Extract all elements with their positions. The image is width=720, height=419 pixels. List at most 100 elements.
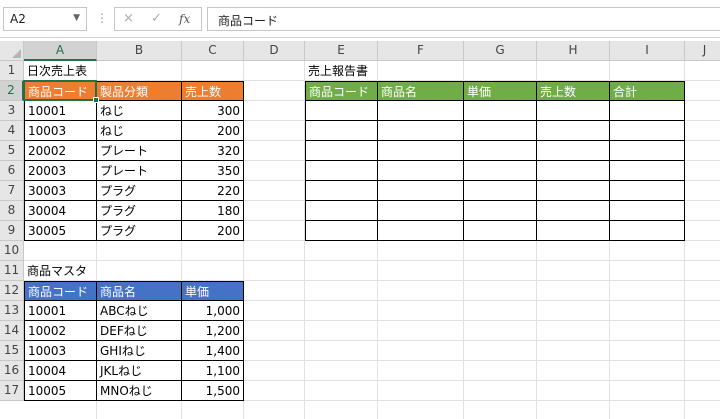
sales-report-cell[interactable] — [305, 201, 378, 221]
sales-report-header[interactable]: 合計 — [610, 81, 685, 101]
daily-sales-cell[interactable]: 220 — [182, 181, 244, 201]
daily-sales-cell[interactable]: 10003 — [24, 121, 97, 141]
sales-report-cell[interactable] — [305, 221, 378, 241]
product-master-cell[interactable]: 1,200 — [182, 321, 244, 341]
column-header-a[interactable]: A — [24, 41, 97, 61]
product-master-cell[interactable]: 10004 — [24, 361, 97, 381]
daily-sales-header[interactable]: 売上数 — [182, 81, 244, 101]
daily-sales-cell[interactable]: 320 — [182, 141, 244, 161]
product-master-cell[interactable]: JKLねじ — [97, 361, 182, 381]
daily-sales-cell[interactable]: 300 — [182, 101, 244, 121]
row-header-9[interactable]: 9 — [0, 221, 24, 241]
product-master-cell[interactable]: ABCねじ — [97, 301, 182, 321]
sales-report-cell[interactable] — [610, 141, 685, 161]
daily-sales-cell[interactable]: 30003 — [24, 181, 97, 201]
sales-report-cell[interactable] — [464, 121, 537, 141]
sales-report-cell[interactable] — [378, 221, 464, 241]
daily-sales-cell[interactable]: 20002 — [24, 141, 97, 161]
daily-sales-cell[interactable]: プレート — [97, 141, 182, 161]
daily-sales-cell[interactable]: 180 — [182, 201, 244, 221]
sales-report-cell[interactable] — [378, 121, 464, 141]
daily-sales-cell[interactable]: 30004 — [24, 201, 97, 221]
column-header-g[interactable]: G — [464, 41, 537, 61]
daily-sales-cell[interactable]: プラグ — [97, 201, 182, 221]
sales-report-cell[interactable] — [610, 201, 685, 221]
column-header-e[interactable]: E — [305, 41, 378, 61]
row-header-4[interactable]: 4 — [0, 121, 24, 141]
sales-report-cell[interactable] — [378, 141, 464, 161]
chevron-down-icon[interactable]: ▼ — [73, 13, 80, 23]
sales-report-cell[interactable] — [305, 141, 378, 161]
row-header-7[interactable]: 7 — [0, 181, 24, 201]
daily-sales-cell[interactable]: 350 — [182, 161, 244, 181]
product-master-cell[interactable]: 10001 — [24, 301, 97, 321]
row-header-10[interactable]: 10 — [0, 241, 24, 261]
sales-report-cell[interactable] — [610, 101, 685, 121]
sales-report-cell[interactable] — [464, 161, 537, 181]
fill-handle[interactable] — [93, 97, 99, 103]
column-header-c[interactable]: C — [182, 41, 244, 61]
select-all-button[interactable] — [0, 41, 24, 61]
sales-report-cell[interactable] — [378, 101, 464, 121]
daily-sales-cell[interactable]: 30005 — [24, 221, 97, 241]
sales-report-cell[interactable] — [464, 101, 537, 121]
daily-sales-title[interactable]: 日次売上表 — [24, 61, 97, 81]
row-header-3[interactable]: 3 — [0, 101, 24, 121]
product-master-cell[interactable]: GHIねじ — [97, 341, 182, 361]
row-header-12[interactable]: 12 — [0, 281, 24, 301]
product-master-header[interactable]: 単価 — [182, 281, 244, 301]
row-header-15[interactable]: 15 — [0, 341, 24, 361]
daily-sales-cell[interactable]: プラグ — [97, 181, 182, 201]
sales-report-cell[interactable] — [537, 161, 610, 181]
daily-sales-cell[interactable]: 200 — [182, 221, 244, 241]
sales-report-cell[interactable] — [537, 101, 610, 121]
column-header-d[interactable]: D — [244, 41, 305, 61]
sales-report-header[interactable]: 単価 — [464, 81, 537, 101]
sales-report-cell[interactable] — [537, 181, 610, 201]
product-master-cell[interactable]: 1,400 — [182, 341, 244, 361]
sales-report-title[interactable]: 売上報告書 — [305, 61, 378, 81]
sales-report-cell[interactable] — [464, 201, 537, 221]
daily-sales-header[interactable]: 製品分類 — [97, 81, 182, 101]
product-master-cell[interactable]: DEFねじ — [97, 321, 182, 341]
column-header-j[interactable]: J — [685, 41, 720, 61]
row-header-14[interactable]: 14 — [0, 321, 24, 341]
sales-report-cell[interactable] — [537, 221, 610, 241]
row-header-8[interactable]: 8 — [0, 201, 24, 221]
sales-report-cell[interactable] — [537, 141, 610, 161]
enter-icon[interactable]: ✓ — [151, 11, 162, 26]
sales-report-cell[interactable] — [378, 201, 464, 221]
daily-sales-header[interactable]: 商品コード — [24, 81, 97, 101]
product-master-cell[interactable]: MNOねじ — [97, 381, 182, 401]
daily-sales-cell[interactable]: プレート — [97, 161, 182, 181]
name-box[interactable]: A2 ▼ — [3, 7, 87, 31]
row-header-6[interactable]: 6 — [0, 161, 24, 181]
sales-report-header[interactable]: 商品名 — [378, 81, 464, 101]
sales-report-cell[interactable] — [610, 161, 685, 181]
product-master-cell[interactable]: 1,000 — [182, 301, 244, 321]
sales-report-cell[interactable] — [464, 221, 537, 241]
spreadsheet-grid[interactable]: ABCDEFGHIJ 1 2 3 4 5 6 7 8 9 10 11 12 13 14 15 16 17 日次売… — [0, 41, 720, 419]
row-header-5[interactable]: 5 — [0, 141, 24, 161]
sales-report-header[interactable]: 商品コード — [305, 81, 378, 101]
sales-report-cell[interactable] — [610, 121, 685, 141]
daily-sales-cell[interactable]: ねじ — [97, 101, 182, 121]
sales-report-cell[interactable] — [378, 161, 464, 181]
product-master-header[interactable]: 商品名 — [97, 281, 182, 301]
formula-input[interactable]: 商品コード — [207, 7, 720, 31]
column-header-i[interactable]: I — [610, 41, 685, 61]
row-header-1[interactable]: 1 — [0, 61, 24, 81]
column-header-b[interactable]: B — [97, 41, 182, 61]
sales-report-cell[interactable] — [305, 181, 378, 201]
cancel-icon[interactable]: × — [123, 11, 134, 26]
sales-report-cell[interactable] — [305, 121, 378, 141]
row-header-2[interactable]: 2 — [0, 81, 24, 101]
sales-report-cell[interactable] — [464, 181, 537, 201]
row-header-16[interactable]: 16 — [0, 361, 24, 381]
daily-sales-cell[interactable]: プラグ — [97, 221, 182, 241]
product-master-title[interactable]: 商品マスタ — [24, 261, 97, 281]
daily-sales-cell[interactable]: ねじ — [97, 121, 182, 141]
sales-report-cell[interactable] — [305, 161, 378, 181]
sales-report-cell[interactable] — [378, 181, 464, 201]
product-master-cell[interactable]: 1,500 — [182, 381, 244, 401]
